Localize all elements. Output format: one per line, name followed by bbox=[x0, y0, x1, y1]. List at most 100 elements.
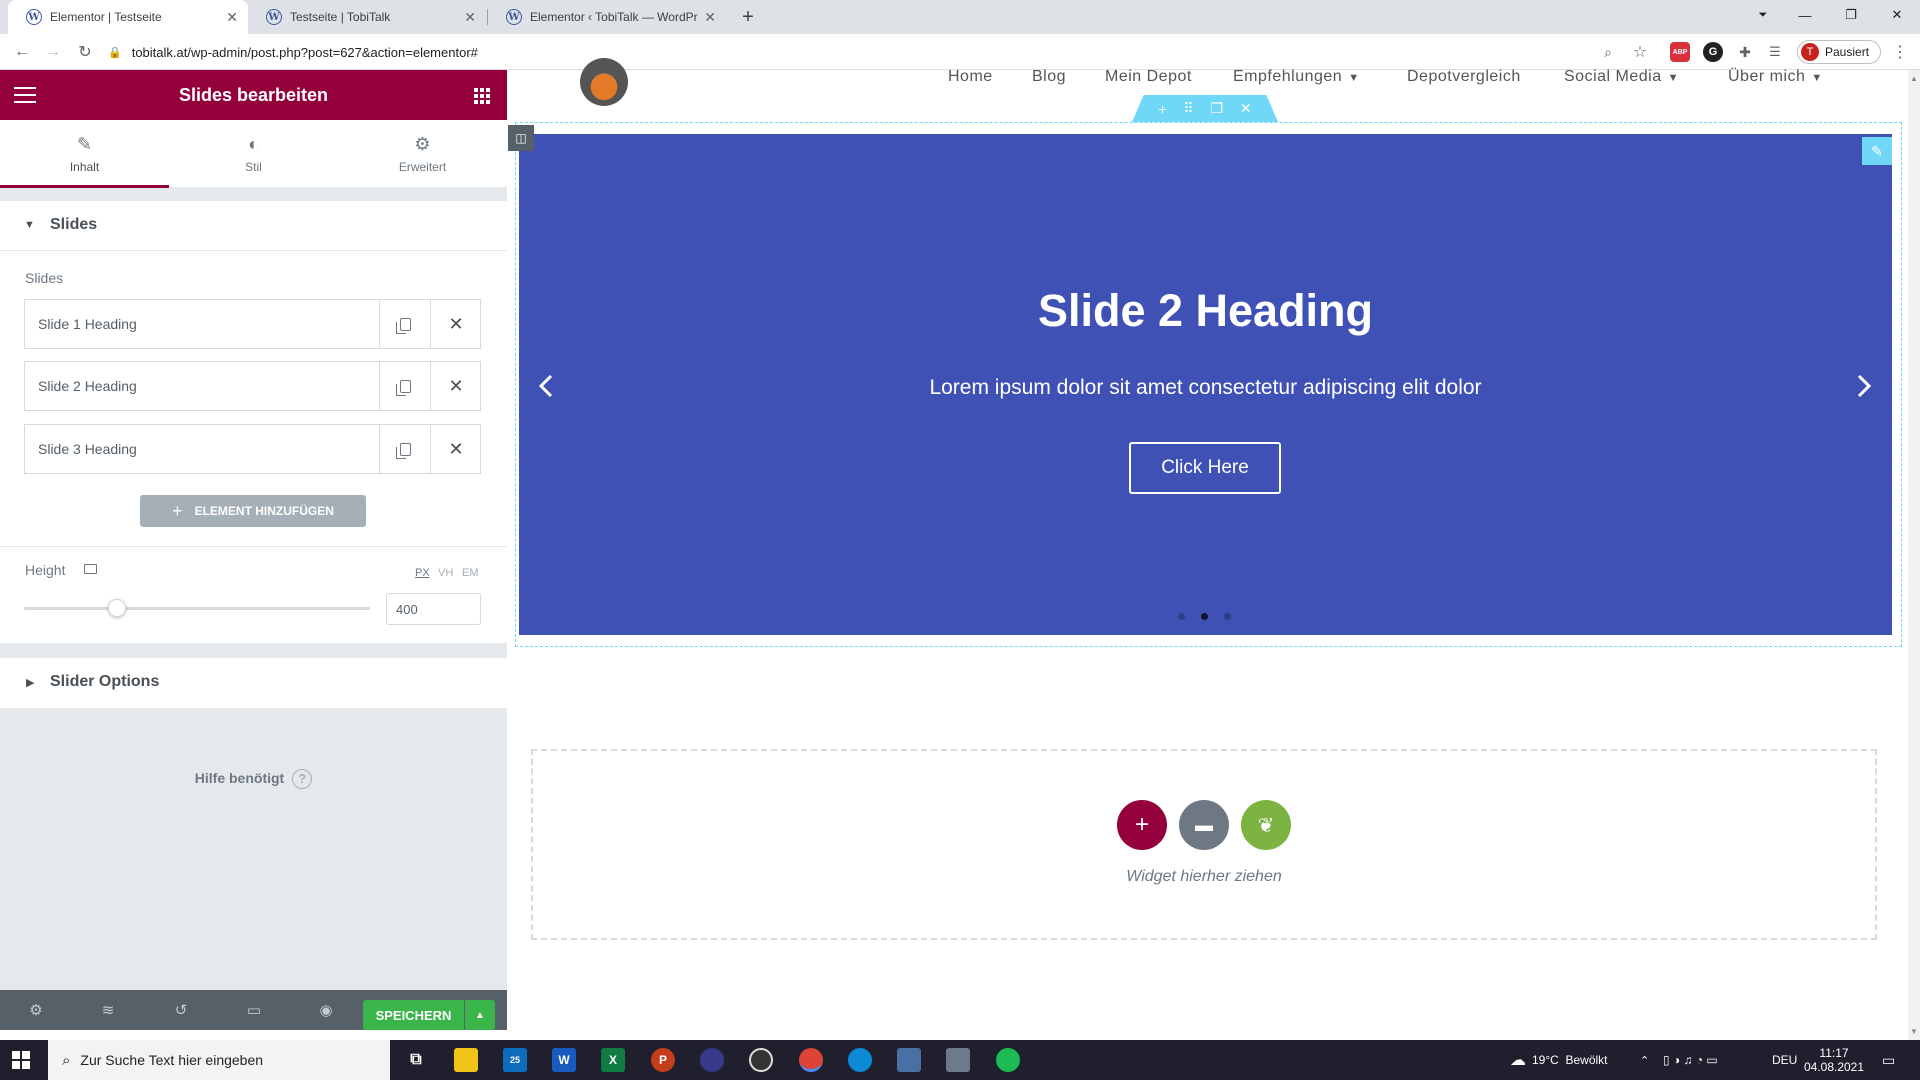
history-icon[interactable]: ↺ bbox=[157, 990, 205, 1030]
slider-prev-arrow-icon[interactable] bbox=[535, 370, 559, 402]
unit-em[interactable]: EM bbox=[462, 567, 479, 579]
powerpoint-icon[interactable]: P bbox=[651, 1048, 675, 1072]
edge-icon[interactable] bbox=[848, 1048, 872, 1072]
close-tab-icon[interactable]: ✕ bbox=[226, 9, 238, 26]
scroll-down-icon[interactable]: ▼ bbox=[1910, 1027, 1918, 1036]
nav-home[interactable]: Home bbox=[948, 68, 993, 86]
nav-ueber-mich[interactable]: Über mich ▼ bbox=[1728, 68, 1823, 86]
site-logo[interactable] bbox=[580, 58, 628, 106]
app-icon[interactable] bbox=[897, 1048, 921, 1072]
drag-handle-icon[interactable]: ⠿ bbox=[1183, 100, 1193, 117]
task-view-icon[interactable]: ⧉ bbox=[404, 1048, 428, 1072]
slider-dot-2[interactable] bbox=[1201, 613, 1208, 620]
nav-depotvergleich[interactable]: Depotvergleich bbox=[1407, 68, 1521, 86]
delete-section-icon[interactable]: ✕ bbox=[1240, 100, 1252, 117]
grammarly-icon[interactable]: G bbox=[1703, 42, 1723, 62]
weather-widget[interactable]: ☁ 19°C Bewölkt bbox=[1510, 1040, 1608, 1080]
back-arrow-icon[interactable]: ← bbox=[10, 40, 34, 64]
tab-search-icon[interactable]: ⏷ bbox=[1740, 0, 1786, 30]
envato-kit-button[interactable]: ❦ bbox=[1241, 800, 1291, 850]
browser-tab-wordpress[interactable]: W Elementor ‹ TobiTalk — WordPre ✕ bbox=[488, 0, 726, 34]
remove-icon[interactable]: ✕ bbox=[430, 300, 481, 348]
browser-tab-elementor-testseite[interactable]: W Elementor | Testseite ✕ bbox=[8, 0, 248, 34]
navigator-layers-icon[interactable]: ≋ bbox=[84, 990, 132, 1030]
add-template-button[interactable]: ▬ bbox=[1179, 800, 1229, 850]
mail-icon[interactable]: 25 bbox=[503, 1048, 527, 1072]
responsive-mode-icon[interactable]: ▭ bbox=[230, 990, 278, 1030]
help-link[interactable]: Hilfe benötigt? bbox=[0, 769, 507, 789]
adblock-icon[interactable]: ABP bbox=[1670, 42, 1690, 62]
browser-menu-icon[interactable]: ⋮ bbox=[1888, 40, 1912, 64]
tab-erweitert[interactable]: ⚙ Erweitert bbox=[338, 120, 507, 188]
save-options-caret-icon[interactable]: ▲ bbox=[465, 1000, 495, 1030]
column-handle-icon[interactable]: ◫ bbox=[508, 125, 534, 151]
add-item-button[interactable]: + ELEMENT HINZUFÜGEN bbox=[140, 495, 366, 527]
profile-button[interactable]: T Pausiert bbox=[1797, 40, 1881, 64]
nav-social-media[interactable]: Social Media ▼ bbox=[1564, 68, 1679, 86]
settings-gear-icon[interactable]: ⚙ bbox=[12, 990, 60, 1030]
language-indicator[interactable]: DEU bbox=[1772, 1040, 1797, 1080]
widgets-grid-icon[interactable] bbox=[474, 88, 490, 104]
tray-icons[interactable]: ▯ ◑ ♫ ◔ ▭ bbox=[1663, 1040, 1718, 1080]
duplicate-icon[interactable] bbox=[379, 425, 430, 473]
spotify-icon[interactable] bbox=[996, 1048, 1020, 1072]
preview-eye-icon[interactable]: ◉ bbox=[302, 990, 350, 1030]
bookmark-star-icon[interactable]: ☆ bbox=[1628, 40, 1652, 64]
word-icon[interactable]: W bbox=[552, 1048, 576, 1072]
height-slider[interactable] bbox=[24, 599, 370, 617]
slider-dot-3[interactable] bbox=[1224, 613, 1231, 620]
duplicate-section-icon[interactable]: ❐ bbox=[1210, 100, 1223, 117]
save-button[interactable]: SPEICHERN bbox=[363, 1000, 464, 1030]
nav-empfehlungen[interactable]: Empfehlungen ▼ bbox=[1233, 68, 1360, 86]
add-new-section-button[interactable]: + bbox=[1117, 800, 1167, 850]
nav-mein-depot[interactable]: Mein Depot bbox=[1105, 68, 1192, 86]
app-icon[interactable] bbox=[700, 1048, 724, 1072]
reload-icon[interactable]: ↻ bbox=[73, 40, 97, 64]
reading-list-icon[interactable]: ☰ bbox=[1765, 42, 1785, 62]
notifications-icon[interactable]: ▭ bbox=[1882, 1040, 1895, 1080]
browser-tab-testseite[interactable]: W Testseite | TobiTalk ✕ bbox=[248, 0, 486, 34]
chrome-icon[interactable] bbox=[799, 1048, 823, 1072]
slider-dot-1[interactable] bbox=[1178, 613, 1185, 620]
zoom-icon[interactable]: ⌕ bbox=[1596, 40, 1620, 64]
excel-icon[interactable]: X bbox=[601, 1048, 625, 1072]
slide-button[interactable]: Click Here bbox=[1129, 442, 1281, 494]
preview-scrollbar[interactable]: ▲ ▼ bbox=[1908, 70, 1920, 1040]
unit-vh[interactable]: VH bbox=[438, 567, 453, 579]
taskbar-search[interactable]: ⌕ Zur Suche Text hier eingeben bbox=[48, 1040, 390, 1080]
url-field[interactable]: 🔒 tobitalk.at/wp-admin/post.php?post=627… bbox=[108, 39, 1628, 65]
tab-stil[interactable]: ◐ Stil bbox=[169, 120, 338, 188]
duplicate-icon[interactable] bbox=[379, 300, 430, 348]
app-icon[interactable] bbox=[946, 1048, 970, 1072]
forward-arrow-icon[interactable]: → bbox=[41, 40, 65, 64]
duplicate-icon[interactable] bbox=[379, 362, 430, 410]
new-tab-button[interactable]: + bbox=[735, 4, 761, 30]
tab-inhalt[interactable]: ✎ Inhalt bbox=[0, 120, 169, 188]
close-tab-icon[interactable]: ✕ bbox=[704, 9, 716, 26]
remove-icon[interactable]: ✕ bbox=[430, 362, 481, 410]
remove-icon[interactable]: ✕ bbox=[430, 425, 481, 473]
file-explorer-icon[interactable] bbox=[454, 1048, 478, 1072]
slides-section-header[interactable]: ▼ Slides bbox=[0, 201, 507, 251]
repeater-item-slide-1[interactable]: Slide 1 Heading ✕ bbox=[24, 299, 481, 349]
scroll-up-icon[interactable]: ▲ bbox=[1910, 74, 1918, 83]
repeater-item-slide-3[interactable]: Slide 3 Heading ✕ bbox=[24, 424, 481, 474]
obs-icon[interactable] bbox=[749, 1048, 773, 1072]
add-section-plus-icon[interactable]: + bbox=[1158, 101, 1166, 117]
slider-next-arrow-icon[interactable] bbox=[1851, 370, 1875, 402]
restore-button[interactable]: ❐ bbox=[1828, 0, 1874, 30]
height-input[interactable] bbox=[386, 593, 481, 625]
nav-blog[interactable]: Blog bbox=[1032, 68, 1066, 86]
minimize-button[interactable]: — bbox=[1782, 0, 1828, 30]
repeater-item-slide-2[interactable]: Slide 2 Heading ✕ bbox=[24, 361, 481, 411]
slider-options-section[interactable]: ▶ Slider Options bbox=[0, 658, 507, 708]
extensions-puzzle-icon[interactable]: ✚ bbox=[1735, 42, 1755, 62]
tray-overflow-icon[interactable]: ⌃ bbox=[1640, 1040, 1649, 1080]
unit-px[interactable]: PX bbox=[415, 567, 430, 579]
close-window-button[interactable]: ✕ bbox=[1874, 0, 1920, 30]
windows-start-icon[interactable] bbox=[12, 1051, 30, 1069]
clock[interactable]: 11:17 04.08.2021 bbox=[1800, 1040, 1868, 1080]
close-tab-icon[interactable]: ✕ bbox=[464, 9, 476, 26]
desktop-device-icon[interactable] bbox=[84, 564, 97, 574]
widget-edit-pencil-icon[interactable]: ✎ bbox=[1862, 137, 1892, 165]
